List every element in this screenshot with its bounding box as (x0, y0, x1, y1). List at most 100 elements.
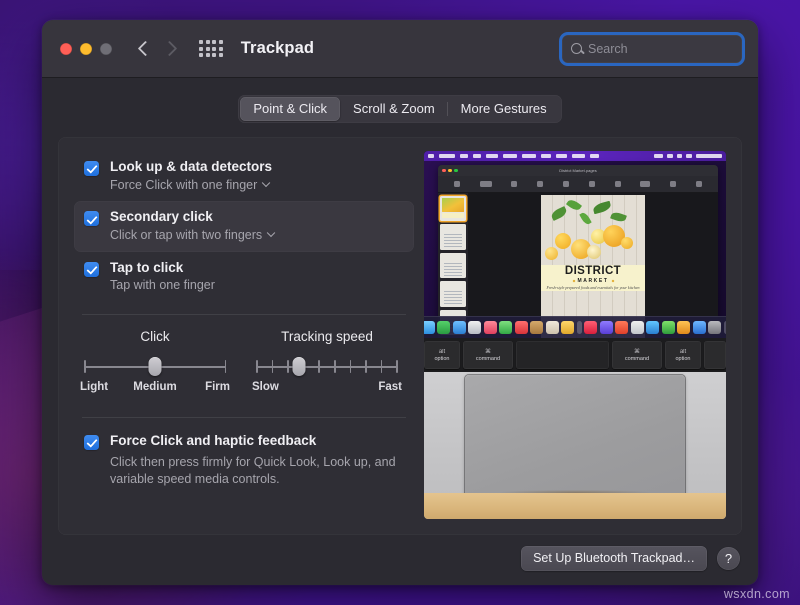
dock-icon-appstore (693, 321, 706, 334)
minimize-button (448, 169, 452, 173)
dock-icon-notes (561, 321, 574, 334)
checkbox-tap-to-click[interactable] (84, 262, 99, 277)
toolbar-icon (670, 181, 676, 187)
slider-block-click: Click Light Medium Firm (80, 329, 230, 397)
search-icon (677, 154, 682, 158)
toolbar-icon (696, 181, 702, 187)
checkbox-look-up[interactable] (84, 161, 99, 176)
preview-document-title: DISTRICT (565, 266, 621, 278)
key-command-left-bottom: command (476, 356, 500, 362)
dock-icon-reminders (546, 321, 559, 334)
slider-label-slow: Slow (252, 381, 279, 397)
slider-click[interactable] (80, 355, 230, 377)
preview-document-tagline: Fresh-style prepared foods and essential… (547, 286, 640, 290)
checkbox-force-click[interactable] (84, 435, 99, 450)
preview-document-band: DISTRICT MARKET Fresh-style prepared foo… (541, 265, 645, 291)
dock-icon-music (584, 321, 597, 334)
menubar-item (590, 154, 599, 158)
help-button[interactable]: ? (717, 547, 740, 570)
option-subtitle-label-look-up: Force Click with one finger (110, 177, 257, 194)
slider-ticks-tracking-speed (256, 360, 398, 373)
menubar-item (473, 154, 481, 158)
preview-app-titlebar: District Market.pages (438, 165, 718, 176)
settings-left-column: Look up & data detectors Force Click wit… (74, 151, 414, 519)
option-row-force-click[interactable]: Force Click and haptic feedback Click th… (74, 418, 414, 489)
zoom-button[interactable] (100, 43, 112, 55)
minimize-button[interactable] (80, 43, 92, 55)
key-command-right-top: ⌘ (634, 348, 640, 355)
dock-icon-tv (615, 321, 628, 334)
search-placeholder: Search (588, 42, 628, 56)
dock-separator (577, 321, 582, 334)
thumbnail-page-3 (440, 253, 466, 278)
option-subtitle-label-tap-to-click: Tap with one finger (110, 277, 215, 294)
checkbox-secondary-click[interactable] (84, 211, 99, 226)
preview-app-toolbar (438, 176, 718, 193)
dock-icon-keynote (646, 321, 659, 334)
dock-icon-mail (453, 321, 466, 334)
dock-icon-safari (424, 321, 435, 334)
dock-icon-messages (499, 321, 512, 334)
tab-bar-zone: Point & Click Scroll & Zoom More Gesture… (42, 78, 758, 123)
menubar-item (541, 154, 551, 158)
slider-knob-click[interactable] (149, 357, 162, 376)
toolbar-icon (563, 181, 569, 187)
key-option-left-bottom: option (435, 356, 450, 362)
dock-icon-numbers (662, 321, 675, 334)
slider-tracking-speed[interactable] (252, 355, 402, 377)
chevron-left-icon[interactable] (138, 41, 154, 57)
preview-document-subtitle: MARKET (573, 279, 614, 284)
option-title-look-up: Look up & data detectors (110, 158, 272, 176)
preview-pages-window: District Market.pages (438, 165, 718, 338)
option-subtitle-secondary-click[interactable]: Click or tap with two fingers (110, 227, 274, 244)
toolbar-icon (511, 181, 517, 187)
slider-label-firm: Firm (205, 381, 230, 397)
preview-dock (424, 316, 726, 338)
preview-document-subtitle-text: MARKET (578, 279, 609, 284)
preview-trackpad-hardware (424, 372, 726, 519)
control-center-icon (686, 154, 692, 158)
option-row-tap-to-click[interactable]: Tap to click Tap with one finger (74, 252, 414, 302)
option-title-force-click: Force Click and haptic feedback (110, 432, 404, 450)
preview-desk-surface (424, 493, 726, 519)
thumbnail-page-4 (440, 281, 466, 306)
dock-icon-news (631, 321, 644, 334)
menubar-item (522, 154, 536, 158)
key-option-right: alt option (665, 341, 701, 369)
chevron-right-icon[interactable] (162, 41, 178, 57)
option-subtitle-tap-to-click: Tap with one finger (110, 277, 215, 294)
tab-scroll-and-zoom[interactable]: Scroll & Zoom (340, 97, 448, 121)
wifi-icon (667, 154, 673, 158)
set-up-bluetooth-trackpad-button[interactable]: Set Up Bluetooth Trackpad… (521, 546, 707, 571)
key-arrow (704, 341, 726, 369)
dock-icon-maps (468, 321, 481, 334)
chevron-down-icon[interactable] (267, 229, 275, 237)
key-command-right: ⌘ command (612, 341, 662, 369)
menubar-item (439, 154, 455, 158)
settings-panel: Look up & data detectors Force Click wit… (58, 137, 742, 535)
option-row-look-up[interactable]: Look up & data detectors Force Click wit… (74, 151, 414, 201)
option-text-force-click: Force Click and haptic feedback Click th… (110, 432, 404, 489)
search-icon (571, 43, 582, 54)
menubar-apple-icon (428, 154, 434, 158)
slider-label-fast: Fast (378, 381, 402, 397)
search-field-wrapper: Search (562, 35, 742, 63)
close-button[interactable] (60, 43, 72, 55)
option-row-secondary-click[interactable]: Secondary click Click or tap with two fi… (74, 201, 414, 251)
chevron-down-icon[interactable] (262, 179, 270, 187)
show-all-grid-icon[interactable] (199, 40, 223, 57)
navigation-buttons (140, 43, 175, 54)
option-subtitle-look-up[interactable]: Force Click with one finger (110, 177, 272, 194)
toolbar-icon (454, 181, 460, 187)
option-text-look-up: Look up & data detectors Force Click wit… (110, 158, 272, 193)
tab-point-and-click[interactable]: Point & Click (240, 97, 340, 121)
menubar-item (486, 154, 498, 158)
tab-more-gestures[interactable]: More Gestures (448, 97, 560, 121)
slider-knob-tracking-speed[interactable] (292, 357, 305, 376)
toolbar-icon (589, 181, 595, 187)
zoom-button (454, 169, 458, 173)
search-input[interactable]: Search (562, 35, 742, 63)
thumbnail-page-2 (440, 224, 466, 249)
dock-icon-podcasts (600, 321, 613, 334)
toolbar-icon (615, 181, 621, 187)
